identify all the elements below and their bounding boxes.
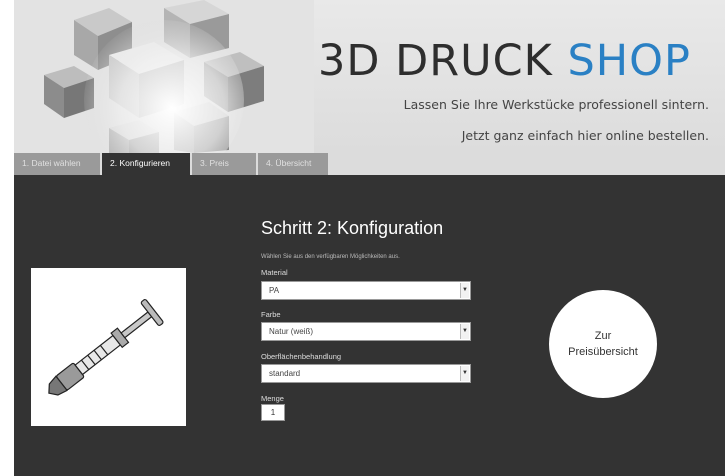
brand-main: 3D DRUCK xyxy=(318,36,568,86)
surface-select[interactable]: standard ▼ xyxy=(261,364,471,383)
quantity-input[interactable]: 1 xyxy=(261,404,285,421)
chevron-down-icon: ▼ xyxy=(460,324,469,339)
quantity-label: Menge xyxy=(261,394,284,403)
price-overview-label: Zur Preisübersicht xyxy=(558,328,648,360)
step-tabs: 1. Datei wählen 2. Konfigurieren 3. Prei… xyxy=(14,153,725,175)
price-overview-line1: Zur xyxy=(594,330,612,342)
price-overview-button[interactable]: Zur Preisübersicht xyxy=(549,290,657,398)
tab-uebersicht[interactable]: 4. Übersicht xyxy=(258,153,328,175)
syringe-model-icon xyxy=(48,299,164,396)
tab-preis[interactable]: 3. Preis xyxy=(192,153,256,175)
step-description: Wählen Sie aus den verfügbaren Möglichke… xyxy=(261,254,400,260)
price-overview-line2: Preisübersicht xyxy=(568,346,638,358)
color-select[interactable]: Natur (weiß) ▼ xyxy=(261,322,471,341)
header-banner: 3D DRUCK SHOP Lassen Sie Ihre Werkstücke… xyxy=(14,0,725,153)
model-preview xyxy=(31,268,186,426)
brand-title: 3D DRUCK SHOP xyxy=(318,36,691,86)
tagline-1: Lassen Sie Ihre Werkstücke professionell… xyxy=(403,97,709,112)
chevron-down-icon: ▼ xyxy=(460,283,469,298)
material-label: Material xyxy=(261,268,288,277)
step-title: Schritt 2: Konfiguration xyxy=(261,218,444,238)
page: 3D DRUCK SHOP Lassen Sie Ihre Werkstücke… xyxy=(14,0,725,476)
color-label: Farbe xyxy=(261,310,281,319)
material-value: PA xyxy=(269,286,280,295)
color-value: Natur (weiß) xyxy=(269,327,314,336)
surface-label: Oberflächenbehandlung xyxy=(261,352,342,361)
surface-value: standard xyxy=(269,369,301,378)
tab-konfigurieren[interactable]: 2. Konfigurieren xyxy=(102,153,190,175)
brand-accent: SHOP xyxy=(567,36,691,86)
tab-datei-waehlen[interactable]: 1. Datei wählen xyxy=(14,153,100,175)
cubes-illustration xyxy=(14,0,314,153)
material-select[interactable]: PA ▼ xyxy=(261,281,471,300)
tagline-2: Jetzt ganz einfach hier online bestellen… xyxy=(461,128,709,143)
chevron-down-icon: ▼ xyxy=(460,366,469,381)
